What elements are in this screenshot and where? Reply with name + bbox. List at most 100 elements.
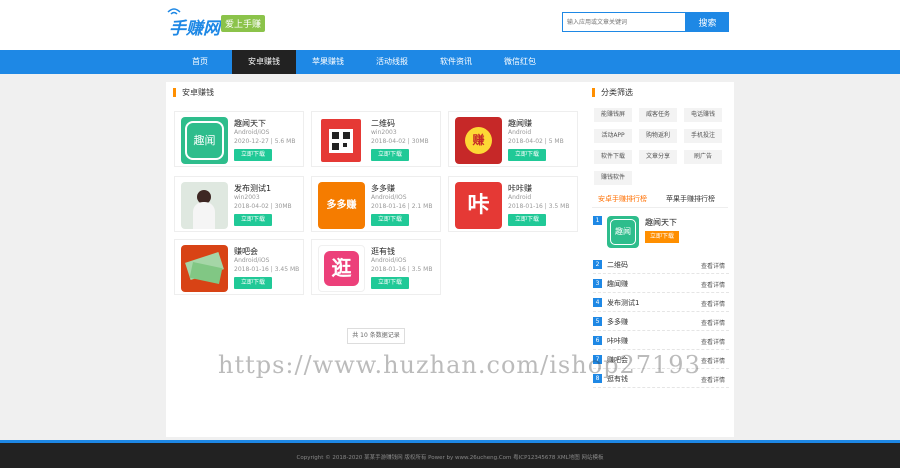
rank-top-item[interactable]: 1 趣闻 趣闻天下 立即下载: [593, 214, 729, 254]
rank-name[interactable]: 多多赚: [607, 317, 628, 327]
app-meta: 2018-04-02 | 30MB: [234, 203, 292, 210]
app-card[interactable]: 咔 咔咔赚 Android 2018-01-16 | 3.5 MB 立即下载: [448, 176, 578, 232]
app-meta: 2018-01-16 | 2.1 MB: [371, 203, 433, 210]
app-card[interactable]: 赚 趣闻赚 Android 2018-04-02 | 5 MB 立即下载: [448, 111, 578, 167]
category-tag[interactable]: 刷广告: [684, 150, 722, 164]
app-platform: Android/IOS: [371, 194, 407, 201]
app-name[interactable]: 多多赚: [371, 183, 395, 194]
rank-detail-link[interactable]: 查看详情: [701, 375, 725, 384]
rank-number: 5: [593, 317, 602, 326]
app-name[interactable]: 咔咔赚: [508, 183, 532, 194]
nav-item-software-news[interactable]: 软件资讯: [424, 50, 488, 74]
category-tag[interactable]: 电话赚钱: [684, 108, 722, 122]
logo-text: 手赚网: [169, 19, 220, 39]
app-name[interactable]: 发布测试1: [234, 183, 271, 194]
app-card[interactable]: 发布测试1 win2003 2018-04-02 | 30MB 立即下载: [174, 176, 304, 232]
category-tag[interactable]: 软件下载: [594, 150, 632, 164]
rank-detail-link[interactable]: 查看详情: [701, 299, 725, 308]
rank-number: 1: [593, 216, 602, 225]
app-card[interactable]: 逛 逛有钱 Android/iOS 2018-01-16 | 3.5 MB 立即…: [311, 239, 441, 295]
section-title: 安卓赚钱: [173, 88, 214, 97]
pagination-info: 共 10 条数据记录: [347, 328, 405, 344]
app-platform: Android: [508, 194, 532, 201]
app-meta: 2018-04-02 | 30MB: [371, 138, 429, 145]
search-bar: 搜索: [562, 12, 729, 32]
nav-item-wechat-redpack[interactable]: 微信红包: [488, 50, 552, 74]
category-tag[interactable]: 手机投注: [684, 129, 722, 143]
app-name[interactable]: 赚吧会: [234, 246, 258, 257]
site-logo[interactable]: 手赚网 爱上手赚: [167, 6, 277, 39]
app-name[interactable]: 二维码: [371, 118, 395, 129]
app-icon-text: 赚: [465, 127, 492, 154]
app-icon: 趣闻: [607, 216, 639, 248]
app-card[interactable]: 趣闻 趣闻天下 Android/iOS 2020-12-27 | 5.6 MB …: [174, 111, 304, 167]
app-name[interactable]: 趣闻天下: [234, 118, 266, 129]
rank-row[interactable]: 3 趣闻赚 查看详情: [593, 275, 729, 293]
rank-detail-link[interactable]: 查看详情: [701, 261, 725, 270]
nav-item-home[interactable]: 首页: [168, 50, 232, 74]
footer-copyright: Copyright © 2018-2020 某某手游赚钱网 版权所有 Power…: [296, 455, 604, 461]
nav-item-android[interactable]: 安卓赚钱: [232, 50, 296, 74]
app-name[interactable]: 趣闻赚: [508, 118, 532, 129]
rank-detail-link[interactable]: 查看详情: [701, 356, 725, 365]
download-button[interactable]: 立即下载: [508, 149, 546, 161]
category-tag[interactable]: 购物返利: [639, 129, 677, 143]
tab-apple-rank[interactable]: 苹果手赚排行榜: [666, 194, 715, 204]
app-meta: 2018-04-02 | 5 MB: [508, 138, 564, 145]
nav-item-activities[interactable]: 活动线报: [360, 50, 424, 74]
category-tag[interactable]: 文章分享: [639, 150, 677, 164]
category-tag[interactable]: 活动APP: [594, 129, 632, 143]
download-button[interactable]: 立即下载: [234, 149, 272, 161]
app-icon-text: 趣闻: [610, 219, 636, 245]
tab-android-rank[interactable]: 安卓手赚排行榜: [598, 194, 647, 204]
app-card[interactable]: 二维码 win2003 2018-04-02 | 30MB 立即下载: [311, 111, 441, 167]
download-button[interactable]: 立即下载: [371, 149, 409, 161]
rank-row[interactable]: 6 咔咔赚 查看详情: [593, 332, 729, 350]
qr-code-icon: [318, 117, 365, 164]
download-button[interactable]: 立即下载: [371, 214, 409, 226]
app-icon: 赚: [455, 117, 502, 164]
app-icon: 趣闻: [181, 117, 228, 164]
watermark: https://www.huzhan.com/ishop27193: [218, 351, 701, 379]
rank-name[interactable]: 二维码: [607, 260, 628, 270]
rank-row[interactable]: 4 发布测试1 查看详情: [593, 294, 729, 312]
app-icon-text: 趣闻: [185, 121, 224, 160]
download-button[interactable]: 立即下载: [645, 231, 679, 243]
app-icon: 咔: [455, 182, 502, 229]
logo-badge: 爱上手赚: [221, 15, 266, 32]
rank-number: 3: [593, 279, 602, 288]
app-name[interactable]: 逛有钱: [371, 246, 395, 257]
app-meta: 2020-12-27 | 5.6 MB: [234, 138, 296, 145]
download-button[interactable]: 立即下载: [234, 214, 272, 226]
app-card[interactable]: 多多赚 多多赚 Android/IOS 2018-01-16 | 2.1 MB …: [311, 176, 441, 232]
rank-number: 2: [593, 260, 602, 269]
rank-detail-link[interactable]: 查看详情: [701, 318, 725, 327]
app-platform: win2003: [371, 129, 397, 136]
download-button[interactable]: 立即下载: [234, 277, 272, 289]
rank-name[interactable]: 趣闻赚: [607, 279, 628, 289]
app-icon-text: 多多赚: [326, 200, 357, 211]
rank-name[interactable]: 咔咔赚: [607, 336, 628, 346]
download-button[interactable]: 立即下载: [371, 277, 409, 289]
search-input[interactable]: [562, 12, 686, 32]
app-platform: Android/iOS: [371, 257, 407, 264]
rank-top-name[interactable]: 趣闻天下: [645, 217, 677, 228]
app-icon-text: 逛: [324, 251, 359, 286]
site-footer: Copyright © 2018-2020 某某手游赚钱网 版权所有 Power…: [0, 440, 900, 468]
rank-tabs: 安卓手赚排行榜 苹果手赚排行榜: [592, 194, 728, 208]
rank-detail-link[interactable]: 查看详情: [701, 280, 725, 289]
category-tag[interactable]: 赚钱软件: [594, 171, 632, 185]
rank-name[interactable]: 发布测试1: [607, 298, 639, 308]
rank-row[interactable]: 5 多多赚 查看详情: [593, 313, 729, 331]
rank-detail-link[interactable]: 查看详情: [701, 337, 725, 346]
nav-item-apple[interactable]: 苹果赚钱: [296, 50, 360, 74]
rank-row[interactable]: 2 二维码 查看详情: [593, 256, 729, 274]
category-tag[interactable]: 威客任务: [639, 108, 677, 122]
category-tag[interactable]: 能赚钱屏: [594, 108, 632, 122]
search-button[interactable]: 搜索: [686, 12, 729, 32]
app-platform: Android: [508, 129, 532, 136]
main-nav: 首页 安卓赚钱 苹果赚钱 活动线报 软件资讯 微信红包: [0, 50, 900, 74]
app-meta: 2018-01-16 | 3.45 MB: [234, 266, 300, 273]
app-card[interactable]: 赚吧会 Android/iOS 2018-01-16 | 3.45 MB 立即下…: [174, 239, 304, 295]
download-button[interactable]: 立即下载: [508, 214, 546, 226]
